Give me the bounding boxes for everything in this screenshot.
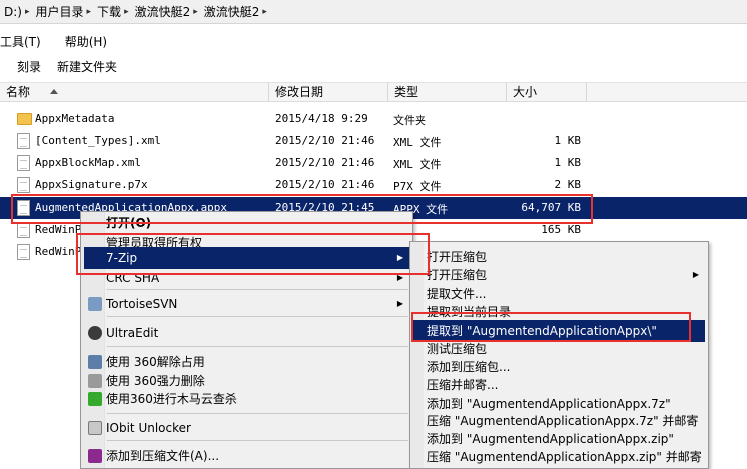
menu-item-iobit-unlocker[interactable]: IObit Unlocker: [84, 417, 409, 439]
column-type[interactable]: 类型: [388, 83, 507, 102]
iobit-lock-icon: [88, 421, 102, 435]
submenu-arrow-icon: ▶: [396, 299, 403, 308]
burn-button[interactable]: 刻录: [17, 58, 41, 75]
context-menu: 打开(O) 管理员取得所有权 7-Zip ▶ CRC SHA ▶ TortoiseS…: [80, 211, 413, 469]
submenu-arrow-icon: ▶: [396, 273, 403, 282]
toolbar: 刻录 新建文件夹: [0, 53, 747, 79]
breadcrumb-user-dir[interactable]: 用户目录 ▸: [36, 3, 98, 20]
breadcrumb-downloads[interactable]: 下载 ▸: [97, 3, 135, 20]
menu-item-crc-sha[interactable]: CRC SHA ▶: [84, 267, 409, 289]
menu-separator: [107, 289, 408, 290]
menu-item-tortoisesvn[interactable]: TortoiseSVN ▶: [84, 293, 409, 315]
winrar-icon: [88, 449, 102, 463]
menu-help[interactable]: 帮助(H): [65, 33, 107, 50]
chevron-right-icon[interactable]: ▸: [193, 7, 198, 17]
column-size[interactable]: 大小: [507, 83, 587, 102]
submenu-7zip: 打开压缩包 打开压缩包 ▶ 提取文件... 提取到当前目录 提取到 "Augmen…: [409, 241, 709, 469]
menu-separator: [107, 316, 408, 317]
file-row[interactable]: AppxMetadata 2015/4/18 9:29 文件夹: [0, 108, 747, 130]
tortoise-icon: [88, 297, 102, 311]
file-icon: [17, 155, 30, 171]
breadcrumb-drive[interactable]: D:) ▸: [4, 5, 36, 19]
address-bar[interactable]: D:) ▸ 用户目录 ▸ 下载 ▸ 激流快艇2 ▸ 激流快艇2 ▸: [0, 0, 747, 24]
menu-item-ultraedit[interactable]: UltraEdit: [84, 322, 409, 344]
file-row[interactable]: AppxBlockMap.xml 2015/2/10 21:46 XML 文件 …: [0, 152, 747, 174]
shredder-icon: [88, 374, 102, 388]
menu-separator: [107, 346, 408, 347]
file-row[interactable]: [Content_Types].xml 2015/2/10 21:46 XML …: [0, 130, 747, 152]
file-row[interactable]: AppxSignature.p7x 2015/2/10 21:46 P7X 文件…: [0, 174, 747, 196]
menu-separator: [107, 440, 408, 441]
unlock-icon: [88, 355, 102, 369]
menu-tools[interactable]: 工具(T): [0, 33, 41, 50]
sort-up-icon: [50, 89, 58, 94]
file-icon: [17, 222, 30, 238]
chevron-right-icon[interactable]: ▸: [25, 7, 30, 17]
new-folder-button[interactable]: 新建文件夹: [57, 58, 117, 75]
file-icon: [17, 133, 30, 149]
column-header: 名称 修改日期 类型 大小: [0, 82, 747, 102]
menu-item-add-archive[interactable]: 添加到压缩文件(A)...: [84, 445, 409, 467]
menu-item-7zip[interactable]: 7-Zip ▶: [84, 247, 409, 269]
breadcrumb-folder[interactable]: 激流快艇2 ▸: [135, 3, 204, 20]
chevron-right-icon[interactable]: ▸: [262, 7, 267, 17]
chevron-right-icon[interactable]: ▸: [87, 7, 92, 17]
file-icon: [17, 177, 30, 193]
file-icon: [17, 200, 30, 216]
menu-separator: [107, 413, 408, 414]
breadcrumb-current-folder[interactable]: 激流快艇2 ▸: [204, 3, 273, 20]
chevron-right-icon[interactable]: ▸: [124, 7, 129, 17]
folder-icon: [17, 113, 32, 125]
column-name[interactable]: 名称: [0, 83, 269, 102]
file-icon: [17, 244, 30, 260]
ultraedit-icon: [88, 326, 102, 340]
submenu-item-compress-zip-email[interactable]: 压缩 "AugmentendApplicationAppx.zip" 并邮寄: [413, 446, 705, 468]
menu-bar: 工具(T) 帮助(H): [0, 31, 131, 51]
360-plus-icon: [88, 392, 102, 406]
menu-item-open[interactable]: 打开(O): [84, 212, 409, 234]
submenu-arrow-icon: ▶: [396, 253, 403, 262]
column-date[interactable]: 修改日期: [269, 83, 388, 102]
menu-item-360-scan[interactable]: 使用360进行木马云查杀: [84, 388, 409, 410]
